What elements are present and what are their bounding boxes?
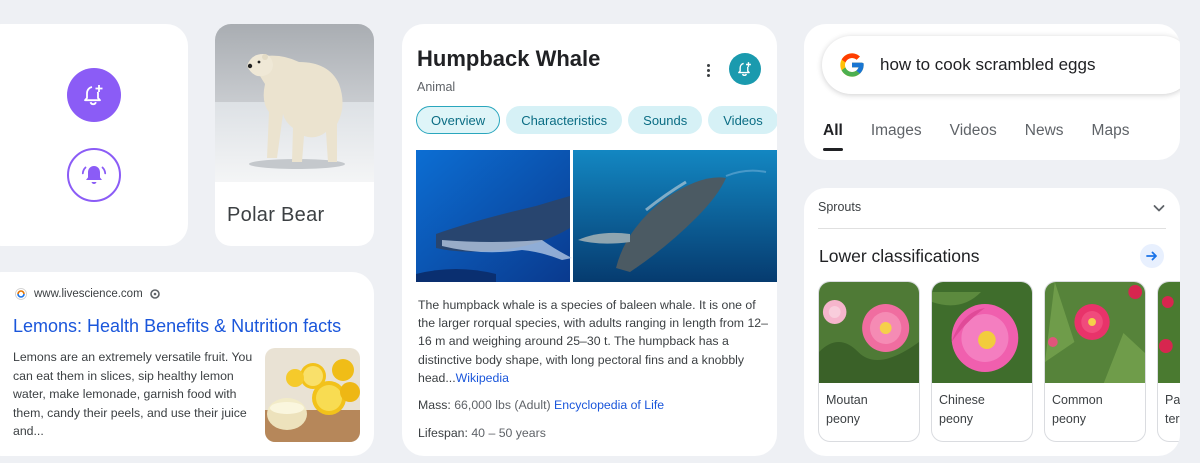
sprouts-header: Sprouts	[818, 200, 862, 214]
eol-link[interactable]: Encyclopedia of Life	[554, 398, 664, 412]
lemons-thumbnail	[265, 348, 360, 442]
bell-ringing-icon	[81, 166, 107, 184]
classification-name: Moutan peony	[819, 383, 919, 429]
result-snippet: Lemons are an extremely versatile fruit.…	[13, 350, 253, 438]
panel-subtitle: Animal	[417, 80, 456, 94]
lemons-result-card[interactable]: www.livescience.com Lemons: Health Benef…	[0, 272, 374, 456]
classification-card-moutan[interactable]: Moutan peony	[818, 281, 920, 442]
tab-videos[interactable]: Videos	[950, 122, 997, 140]
bell-plus-icon	[738, 62, 751, 77]
mass-label: Mass:	[418, 398, 451, 412]
chevron-down-icon[interactable]	[1150, 199, 1168, 217]
search-card: how to cook scrambled eggs All Images Vi…	[804, 24, 1180, 160]
polar-bear-card[interactable]: Polar Bear	[215, 24, 374, 246]
google-logo-icon	[840, 53, 864, 77]
sprouts-card: Sprouts Lower classifications Moutan peon…	[804, 188, 1180, 456]
add-notification-button[interactable]	[67, 68, 121, 122]
lifespan-label: Lifespan:	[418, 426, 468, 440]
whale-image-gallery[interactable]	[416, 150, 777, 282]
lifespan-row: Lifespan: 40 – 50 years	[418, 426, 546, 440]
classification-card-common[interactable]: Common peony	[1044, 281, 1146, 442]
classification-card-partial[interactable]: Pa ter	[1157, 281, 1180, 442]
section-title: Lower classifications	[819, 246, 980, 266]
mass-value: 66,000 lbs (Adult)	[454, 398, 551, 412]
tab-maps[interactable]: Maps	[1092, 122, 1130, 140]
polar-bear-image	[215, 24, 374, 182]
info-icon[interactable]	[149, 289, 160, 299]
name-line-1: Common	[1052, 393, 1103, 407]
site-favicon-icon	[15, 288, 27, 300]
tab-all[interactable]: All	[823, 122, 843, 151]
see-more-button[interactable]	[1140, 244, 1164, 268]
alert-buttons-card	[0, 24, 188, 246]
panel-tabs: Overview Characteristics Sounds Videos	[416, 106, 777, 134]
tab-news[interactable]: News	[1025, 122, 1064, 140]
tab-videos[interactable]: Videos	[708, 106, 777, 134]
classification-name: Pa ter	[1158, 383, 1180, 429]
result-title-link[interactable]: Lemons: Health Benefits & Nutrition fact…	[13, 316, 341, 337]
classification-name: Common peony	[1045, 383, 1145, 429]
ringing-notification-button[interactable]	[67, 148, 121, 202]
result-source-url: www.livescience.com	[34, 288, 143, 300]
lifespan-value: 40 – 50 years	[471, 426, 546, 440]
classification-card-chinese[interactable]: Chinese peony	[931, 281, 1033, 442]
common-peony-image	[1045, 282, 1145, 383]
chinese-peony-image	[932, 282, 1032, 383]
name-line-1: Chinese	[939, 393, 985, 407]
mass-row: Mass: 66,000 lbs (Adult) Encyclopedia of…	[418, 398, 664, 412]
tab-images[interactable]: Images	[871, 122, 922, 140]
result-source: www.livescience.com	[15, 288, 160, 300]
name-line-1: Pa	[1165, 393, 1180, 407]
tab-characteristics[interactable]: Characteristics	[506, 106, 623, 134]
more-options-icon[interactable]	[702, 60, 714, 80]
name-line-1: Moutan	[826, 393, 868, 407]
wikipedia-link[interactable]: Wikipedia	[456, 371, 509, 385]
panel-description: The humpback whale is a species of balee…	[418, 296, 768, 387]
follow-button[interactable]	[729, 53, 761, 85]
name-line-2: peony	[826, 412, 861, 426]
search-tabs: All Images Videos News Maps	[823, 122, 1157, 151]
tab-overview[interactable]: Overview	[416, 106, 501, 134]
tab-sounds[interactable]: Sounds	[628, 106, 703, 134]
moutan-peony-image	[819, 282, 919, 383]
search-input[interactable]: how to cook scrambled eggs	[822, 36, 1180, 94]
search-query-text: how to cook scrambled eggs	[880, 55, 1096, 74]
polar-bear-label: Polar Bear	[227, 204, 325, 226]
divider	[818, 228, 1166, 229]
name-line-2: ter	[1165, 412, 1180, 426]
name-line-2: peony	[939, 412, 974, 426]
panel-title: Humpback Whale	[417, 46, 601, 71]
bell-plus-icon	[84, 85, 103, 106]
humpback-whale-knowledge-panel: Humpback Whale Animal Overview Character…	[402, 24, 777, 456]
arrow-right-icon	[1146, 251, 1157, 261]
classification-name: Chinese peony	[932, 383, 1032, 429]
name-line-2: peony	[1052, 412, 1087, 426]
peony-image	[1158, 282, 1180, 383]
